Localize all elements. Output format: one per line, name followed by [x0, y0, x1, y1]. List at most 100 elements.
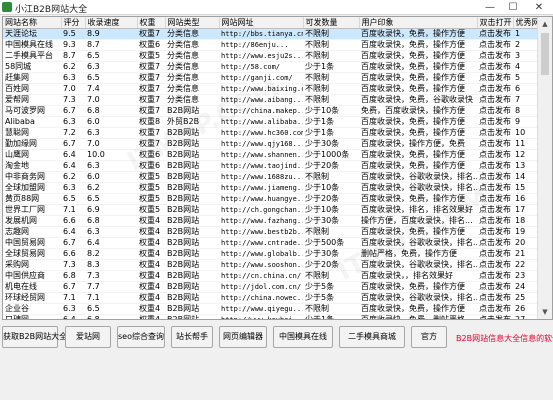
table-row[interactable]: 淘金地 6.4 6.3 权重6 B2B网站 http://www.taojind... 少于…	[3, 160, 537, 172]
table-row[interactable]: 58同城 6.2 6.3 权重7 分类信息 http://58.com/少于1条 百度收录快…	[3, 61, 537, 73]
table-row[interactable]: 中国贸易网 6.7 6.4 权重4 B2B网站 http://www.cntrade...…	[3, 237, 537, 249]
vertical-scrollbar[interactable]: ▲ ▼	[537, 17, 552, 319]
seo-query-button[interactable]: seo综合查询	[117, 326, 165, 348]
table-row[interactable]: 赶集网 6.3 6.5 权重7 分类信息 http://ganji.com/不限制 百度收录…	[3, 72, 537, 84]
column-header[interactable]: 网站名称	[3, 17, 62, 29]
table-row[interactable]: 全球贸易网 6.6 8.2 权重4 B2B网站 http://www.globalb...…	[3, 248, 537, 260]
table-row[interactable]: 勤加缘网 6.7 7.0 权重7 B2B网站 http://www.qjy168... 少于…	[3, 138, 537, 150]
table-cell: 7.0	[85, 138, 137, 150]
table-cell[interactable]: 点击发布	[477, 215, 513, 227]
table-cell: 6.3	[61, 182, 85, 194]
table-cell: 1	[513, 28, 537, 40]
column-header[interactable]: 收录速度	[85, 17, 138, 29]
table-cell[interactable]: 点击发布	[477, 226, 513, 238]
website-list-table[interactable]: 网站名称 评分 收录速度 权重 网站类型 网站网址 可发数量 用户印象 双击打开…	[2, 16, 553, 320]
table-row[interactable]: 马可波罗网 6.7 6.8 权重7 B2B网站 http://china.makep...…	[3, 105, 537, 117]
table-cell[interactable]: 点击发布	[477, 182, 513, 194]
official-button[interactable]: 官方	[411, 326, 447, 348]
column-header[interactable]: 优秀网站	[513, 17, 538, 29]
table-cell[interactable]: 点击发布	[477, 259, 513, 271]
column-header[interactable]: 可发数量	[303, 17, 360, 29]
table-row[interactable]: 发展机网 6.6 6.8 权重4 B2B网站 http://www.fazhang... 少…	[3, 215, 537, 227]
table-cell[interactable]: 点击发布	[477, 248, 513, 260]
table-cell[interactable]: 点击发布	[477, 303, 513, 315]
table-cell: 23	[513, 270, 537, 282]
table-cell: 权重4	[137, 215, 165, 227]
table-cell[interactable]: 点击发布	[477, 171, 513, 183]
table-cell: 权重7	[137, 94, 165, 106]
table-row[interactable]: 中国供应商 6.8 7.3 权重4 B2B网站 http://cn.china.cn/不限…	[3, 270, 537, 282]
table-cell[interactable]: 点击发布	[477, 50, 513, 62]
get-b2b-list-button[interactable]: 获取B2B网站大全	[2, 326, 67, 348]
column-header[interactable]: 网站类型	[165, 17, 220, 29]
table-cell[interactable]: 点击发布	[477, 127, 513, 139]
table-cell[interactable]: 点击发布	[477, 72, 513, 84]
table-cell: B2B网站	[165, 303, 219, 315]
table-row[interactable]: 中非商务网 6.2 6.0 权重5 B2B网站 http://www.1688zu... 不…	[3, 171, 537, 183]
table-row[interactable]: 口碑网 6.4 6.8 权重4 B2B网站 http://www.koubei... 少于1…	[3, 314, 537, 319]
used-mold-mall-button[interactable]: 二手模具商城	[339, 326, 405, 348]
table-cell[interactable]: 点击发布	[477, 39, 513, 51]
footer-link[interactable]: B2B网站信息大全信息的软件	[456, 333, 553, 344]
window-title: 小江B2B网站大全	[15, 5, 88, 15]
table-cell[interactable]: 点击发布	[477, 105, 513, 117]
webmaster-helper-button[interactable]: 站长帮手	[171, 326, 213, 348]
column-header[interactable]: 权重	[137, 17, 166, 29]
table-row[interactable]: 环球经贸网 7.1 7.1 权重4 B2B网站 http://china.nowec...…	[3, 292, 537, 304]
table-cell[interactable]: 点击发布	[477, 83, 513, 95]
table-cell: B2B网站	[165, 193, 219, 205]
column-header[interactable]: 用户印象	[359, 17, 478, 29]
table-row[interactable]: 爱帮网 7.3 7.0 权重7 分类信息 http://www.aibang... 不限制百…	[3, 94, 537, 106]
table-cell: 分类信息	[165, 61, 219, 73]
table-cell[interactable]: 点击发布	[477, 94, 513, 106]
table-row[interactable]: 黄页88网 6.5 6.5 权重5 B2B网站 http://www.huangye...…	[3, 193, 537, 205]
table-cell: B2B网站	[165, 314, 219, 319]
table-row[interactable]: 全球加盟网 6.3 6.2 权重5 B2B网站 http://www.jiameng...…	[3, 182, 537, 194]
table-row[interactable]: Alibaba 6.3 6.0 权重8 外贸B2B http://www.alibaba.…	[3, 116, 537, 128]
table-row[interactable]: 志趣网 6.4 6.3 权重4 B2B网站 http://www.bestb2b... 不限…	[3, 226, 537, 238]
table-row[interactable]: 企业谷 6.3 6.5 权重4 B2B网站 http://www.qiyegu... 不限制…	[3, 303, 537, 315]
table-cell[interactable]: 点击发布	[477, 149, 513, 161]
table-cell[interactable]: 点击发布	[477, 193, 513, 205]
column-header[interactable]: 评分	[61, 17, 86, 29]
table-row[interactable]: 采购网 7.3 8.3 权重4 B2B网站 http://www.sooshon... 少于…	[3, 259, 537, 271]
table-cell: 百度收录快，操作方便，免费	[359, 138, 477, 150]
column-header[interactable]: 网站网址	[219, 17, 304, 29]
table-cell[interactable]: 点击发布	[477, 28, 513, 40]
table-cell[interactable]: 点击发布	[477, 314, 513, 319]
table-cell: 百度收录快，谷歌收录快，排名...	[359, 259, 477, 271]
table-cell: http://www.esju2s...	[219, 50, 303, 62]
table-cell: http://www.cntrade...	[219, 237, 303, 249]
table-row[interactable]: 慧聪网 7.2 6.3 权重7 B2B网站 http://www.hc360.com/少于…	[3, 127, 537, 139]
web-editor-button[interactable]: 网页编辑器	[219, 326, 267, 348]
table-cell: 百度收录快，免费，操作方便	[359, 160, 477, 172]
scrollbar-thumb[interactable]	[541, 33, 549, 75]
table-row[interactable]: 世界工厂网 7.1 6.9 权重5 B2B网站 http://ch.gongchan...…	[3, 204, 537, 216]
table-row[interactable]: 百姓网7.07.4权重7分类信息http://www.baixing.com/不…	[3, 83, 537, 95]
table-row[interactable]: 天涯论坛 9.5 8.9 权重7 分类信息 http://bbs.tianya.cn/不限…	[3, 28, 537, 40]
table-cell[interactable]: 点击发布	[477, 61, 513, 73]
table-cell: 天涯论坛	[3, 28, 61, 40]
mold-online-button[interactable]: 中国模具在线	[273, 326, 333, 348]
table-cell[interactable]: 点击发布	[477, 160, 513, 172]
column-header[interactable]: 双击打开	[477, 17, 514, 29]
table-row[interactable]: 山鹰网 6.4 10.0 权重6 B2B网站 http://www.shannen... 少…	[3, 149, 537, 161]
table-cell[interactable]: 点击发布	[477, 270, 513, 282]
table-cell[interactable]: 点击发布	[477, 237, 513, 249]
table-row[interactable]: 二手模具平台 8.7 6.5 权重5 分类信息 http://www.esju2s... 不…	[3, 50, 537, 62]
table-cell[interactable]: 点击发布	[477, 138, 513, 150]
table-cell[interactable]: 点击发布	[477, 116, 513, 128]
scroll-down-arrow-icon[interactable]: ▼	[538, 305, 552, 319]
table-cell: 17	[513, 204, 537, 216]
table-cell[interactable]: 点击发布	[477, 281, 513, 293]
minimize-button[interactable]: —	[480, 0, 500, 15]
close-button[interactable]: ✕	[529, 0, 549, 15]
table-row[interactable]: 机电在线 6.7 7.7 权重4 B2B网站 http://jdol.com.cn/少于5…	[3, 281, 537, 293]
maximize-button[interactable]: ☐	[503, 0, 523, 15]
table-row[interactable]: 中国模具在线 9.3 8.7 权重6 分类信息 http://86enju... 不限制 百度…	[3, 39, 537, 51]
aizhan-button[interactable]: 爱站网	[65, 326, 111, 348]
table-cell[interactable]: 点击发布	[477, 292, 513, 304]
table-cell: 百度收录快，，排名效果好	[359, 270, 477, 282]
table-cell[interactable]: 点击发布	[477, 204, 513, 216]
scroll-up-arrow-icon[interactable]: ▲	[538, 17, 552, 31]
